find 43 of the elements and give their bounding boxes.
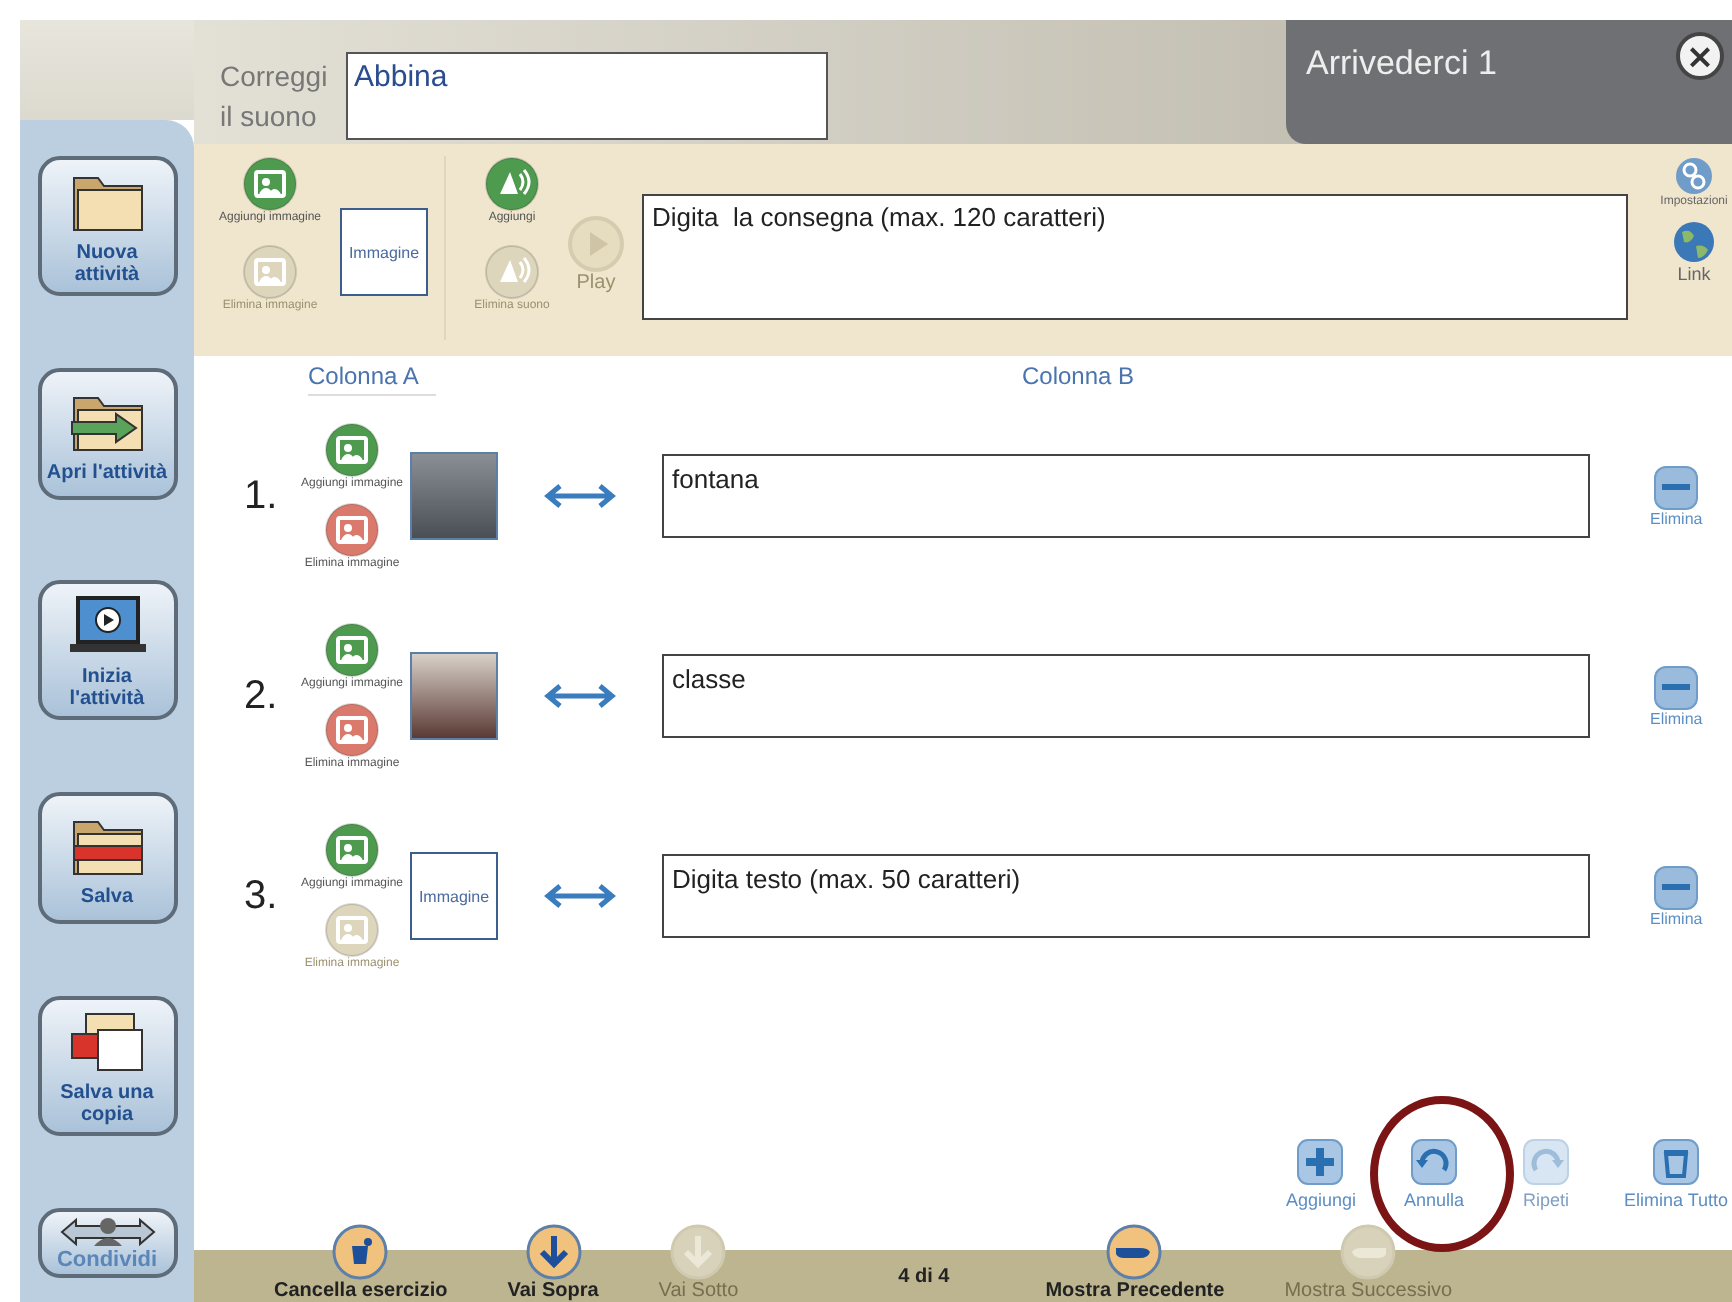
bottom-bar-button[interactable]: Vai Sopra xyxy=(507,1224,599,1302)
picture-icon[interactable] xyxy=(324,822,380,878)
text-field[interactable]: fontana xyxy=(662,454,1590,538)
instruction-field[interactable]: Digita la consegna (max. 120 caratteri) xyxy=(642,194,1628,320)
image-placeholder[interactable]: Immagine xyxy=(410,852,498,940)
page-counter: 4 di 4 xyxy=(898,1265,950,1287)
activity-title: Arrivederci 1 xyxy=(1306,44,1497,84)
photo-placeholder xyxy=(410,652,498,740)
person-arrows-icon xyxy=(57,1214,157,1250)
sidebar-button[interactable]: Apri l'attività xyxy=(37,368,177,500)
sidebar-button[interactable]: Salva una copia xyxy=(37,996,177,1136)
picture-icon[interactable] xyxy=(323,502,380,558)
gears-icon xyxy=(1674,156,1714,196)
sidebar-button[interactable]: Salva xyxy=(37,792,177,924)
text-field[interactable]: classe xyxy=(662,654,1590,738)
megaphone-icon[interactable] xyxy=(484,156,540,212)
row-number: 1. xyxy=(244,473,280,519)
sidebar-button[interactable]: Nuova attività xyxy=(37,156,177,296)
bottom-bar-button[interactable]: Mostra Precedente xyxy=(1045,1224,1225,1302)
close-button[interactable]: × xyxy=(1676,32,1724,80)
photo-placeholder xyxy=(410,452,498,540)
double-arrow-icon xyxy=(542,882,618,910)
column-header: Colonna B xyxy=(1022,362,1135,394)
text-field[interactable]: Digita testo (max. 50 caratteri) xyxy=(662,854,1590,938)
column-header: Colonna A xyxy=(308,362,436,396)
picture-icon[interactable] xyxy=(323,702,380,758)
double-arrow-icon xyxy=(542,482,618,510)
action-button[interactable]: Elimina Tutto xyxy=(1623,1138,1728,1210)
title-field[interactable]: Abbina xyxy=(346,52,828,140)
action-button[interactable]: Annulla xyxy=(1399,1138,1468,1210)
link-button[interactable]: Link xyxy=(1672,220,1716,284)
picture-icon[interactable] xyxy=(324,622,380,678)
globe-icon xyxy=(1672,220,1716,264)
image-placeholder[interactable]: Immagine xyxy=(340,208,428,296)
double-arrow-icon xyxy=(542,682,618,710)
row-number: 3. xyxy=(244,873,280,919)
field-label: Correggi il suono xyxy=(218,58,330,136)
picture-icon[interactable] xyxy=(242,156,298,212)
row-number: 2. xyxy=(244,673,280,719)
bottom-bar-button[interactable]: Cancella esercizio xyxy=(274,1224,448,1302)
sidebar-button[interactable]: Inizia l'attività xyxy=(37,580,177,720)
action-button[interactable]: Aggiungi xyxy=(1285,1138,1356,1210)
picture-icon[interactable] xyxy=(324,422,380,478)
